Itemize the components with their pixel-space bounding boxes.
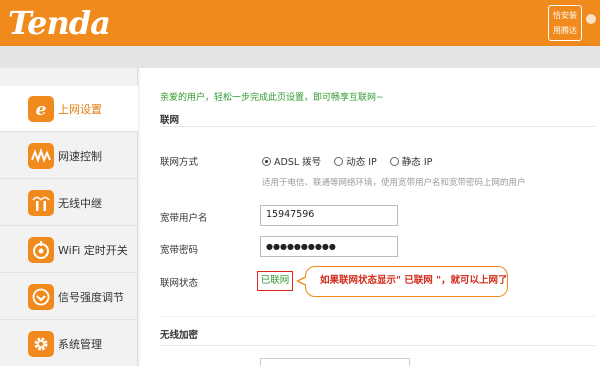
status-value: 已联网 bbox=[257, 271, 293, 291]
radio-static-ip[interactable]: 静态 IP bbox=[389, 154, 433, 168]
radio-dynamic-ip[interactable]: 动态 IP bbox=[334, 154, 377, 168]
username-label: 宽带用户名 bbox=[160, 213, 208, 224]
connection-mode-group: ADSL 拨号 动态 IP 静态 IP bbox=[262, 154, 442, 168]
install-badge: 恰安装 用腾达 bbox=[548, 5, 582, 41]
sidebar-item-label: 信号强度调节 bbox=[58, 291, 124, 304]
section-divider bbox=[160, 126, 596, 127]
radio-dot bbox=[389, 157, 399, 166]
connection-mode-hint: 适用于电信、联通等网络环境，使用宽带用户名和宽带密码上网的用户 bbox=[262, 178, 526, 188]
radio-label: 动态 IP bbox=[346, 157, 377, 168]
status-label: 联网状态 bbox=[160, 278, 199, 289]
sidebar-item-speed-control[interactable]: 网速控制 bbox=[0, 133, 138, 179]
section-title-wireless: 无线加密 bbox=[160, 330, 199, 341]
svg-text:e: e bbox=[36, 100, 47, 119]
gear-icon bbox=[28, 331, 54, 357]
sidebar-item-signal-strength[interactable]: 信号强度调节 bbox=[0, 274, 138, 320]
ie-icon: e bbox=[28, 96, 54, 122]
connection-mode-label: 联网方式 bbox=[160, 157, 199, 168]
sidebar-item-internet-setup[interactable]: e 上网设置 bbox=[0, 86, 138, 132]
sidebar-item-label: 上网设置 bbox=[58, 103, 102, 116]
radio-adsl[interactable]: ADSL 拨号 bbox=[262, 154, 321, 168]
radio-label: 静态 IP bbox=[401, 157, 433, 168]
sidebar-item-system-management[interactable]: 系统管理 bbox=[0, 321, 138, 366]
sidebar: e 上网设置 网速控制 无线中继 WiFi 定时开关 信号强度调节 系统管理 bbox=[0, 68, 138, 366]
radio-dot-checked bbox=[262, 157, 271, 166]
annotation-callout: 如果联网状态显示" 已联网 "，就可以上网了 bbox=[305, 266, 508, 297]
header-band bbox=[0, 46, 600, 68]
greeting-text: 亲爱的用户，轻松一步完成此页设置，即可畅享互联网~ bbox=[160, 93, 384, 103]
signal-strength-icon bbox=[28, 284, 54, 310]
password-input[interactable]: ●●●●●●●●●● bbox=[260, 236, 398, 257]
tenda-logo[interactable]: Tenda bbox=[8, 4, 111, 42]
sidebar-item-label: 网速控制 bbox=[58, 150, 102, 163]
password-label: 宽带密码 bbox=[160, 245, 199, 256]
power-icon bbox=[28, 237, 54, 263]
speed-wave-icon bbox=[28, 143, 54, 169]
wireless-field[interactable] bbox=[260, 358, 410, 366]
username-input[interactable]: 15947596 bbox=[260, 205, 398, 226]
sidebar-item-label: 系统管理 bbox=[58, 338, 102, 351]
sidebar-item-label: 无线中继 bbox=[58, 197, 102, 210]
main-panel: 亲爱的用户，轻松一步完成此页设置，即可畅享互联网~ 联网 联网方式 ADSL 拨… bbox=[140, 68, 600, 366]
radio-dot bbox=[334, 157, 344, 166]
sidebar-item-label: WiFi 定时开关 bbox=[58, 244, 128, 257]
section-divider bbox=[160, 345, 596, 346]
header-bar: Tenda 恰安装 用腾达 bbox=[0, 0, 600, 46]
sidebar-item-wifi-timer[interactable]: WiFi 定时开关 bbox=[0, 227, 138, 273]
badge-line-1: 恰安装 bbox=[553, 11, 577, 20]
section-divider bbox=[160, 316, 596, 317]
wireless-relay-icon bbox=[28, 190, 54, 216]
badge-side-mark bbox=[586, 6, 600, 40]
badge-line-2: 用腾达 bbox=[553, 26, 577, 35]
sidebar-item-wireless-relay[interactable]: 无线中继 bbox=[0, 180, 138, 226]
radio-label: ADSL 拨号 bbox=[274, 157, 322, 168]
callout-pointer-inner bbox=[299, 277, 307, 285]
section-title-wan: 联网 bbox=[160, 115, 180, 126]
